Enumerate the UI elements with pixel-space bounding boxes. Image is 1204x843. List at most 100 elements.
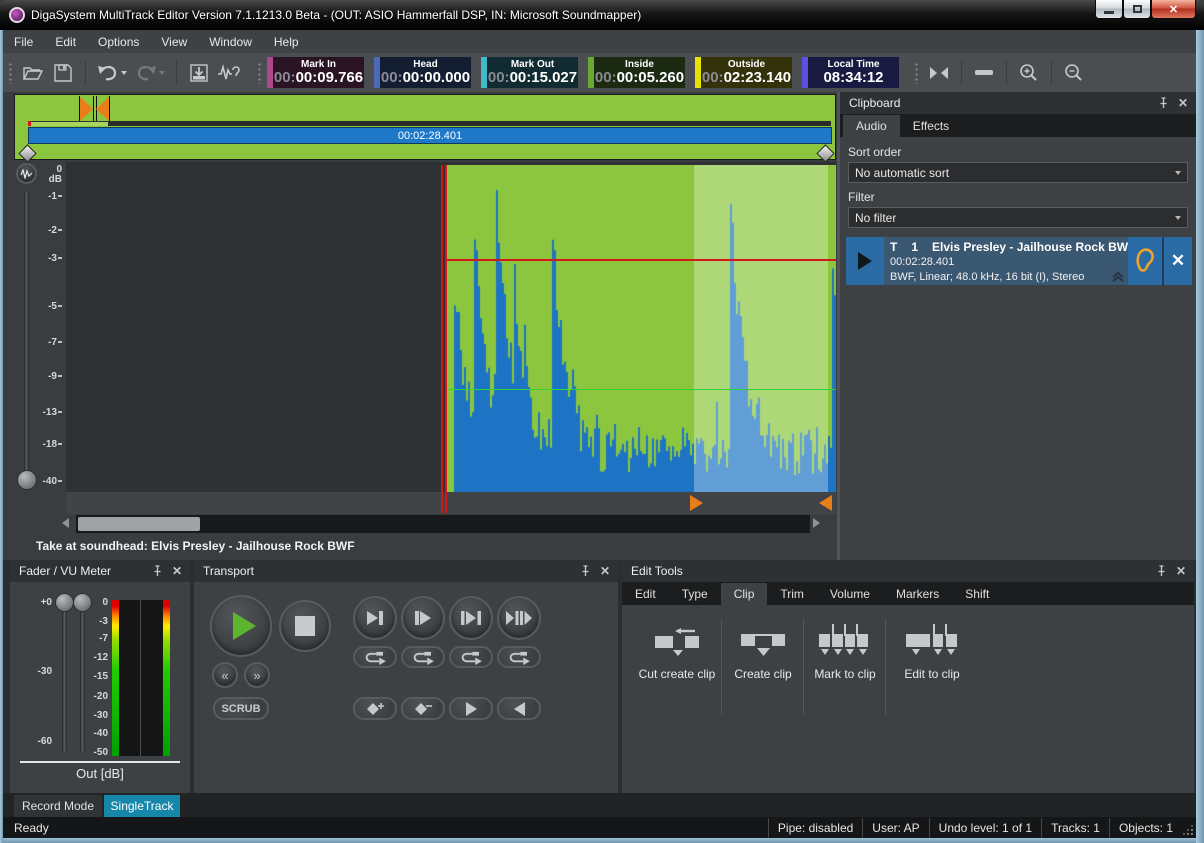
tab-type[interactable]: Type: [669, 583, 721, 605]
undo-dropdown-caret[interactable]: [121, 71, 127, 75]
fader-left-knob[interactable]: [55, 593, 74, 612]
titlebar[interactable]: DigaSystem MultiTrack Editor Version 7.1…: [0, 0, 1204, 30]
close-button[interactable]: ✕: [1151, 0, 1196, 19]
mark-in-triangle[interactable]: [690, 495, 703, 511]
scroll-right-arrow[interactable]: [813, 518, 820, 528]
zoom-fit-button[interactable]: [969, 59, 999, 87]
selection-highlight[interactable]: [694, 165, 828, 492]
tab-markers[interactable]: Markers: [883, 583, 952, 605]
create-clip-button[interactable]: Create clip: [723, 628, 803, 681]
menu-view[interactable]: View: [150, 31, 198, 53]
import-button[interactable]: [184, 59, 214, 87]
tab-record-mode[interactable]: Record Mode: [14, 795, 102, 817]
rewind-button[interactable]: «: [212, 662, 238, 688]
play-button[interactable]: [210, 595, 272, 657]
prev-marker-button[interactable]: [497, 697, 541, 720]
play-from-button[interactable]: [401, 596, 445, 640]
loop-selection-button[interactable]: [449, 646, 493, 668]
play-around-button[interactable]: [497, 596, 541, 640]
add-marker-button[interactable]: [353, 697, 397, 720]
tab-clip[interactable]: Clip: [721, 583, 768, 605]
mark-out-triangle[interactable]: [819, 495, 832, 511]
tab-effects[interactable]: Effects: [900, 115, 962, 137]
item-info[interactable]: T 1 Elvis Presley - Jailhouse Rock BWF 0…: [884, 237, 1128, 285]
panel-close-icon[interactable]: ✕: [172, 564, 182, 578]
item-remove-button[interactable]: ✕: [1164, 237, 1192, 285]
loop-all-button[interactable]: [497, 646, 541, 668]
edit-to-clip-button[interactable]: Edit to clip: [887, 624, 977, 681]
tab-edit[interactable]: Edit: [622, 583, 669, 605]
panel-close-icon[interactable]: ✕: [1178, 96, 1188, 110]
minimize-button[interactable]: [1095, 0, 1123, 19]
audio-settings-button[interactable]: [214, 59, 244, 87]
menu-options[interactable]: Options: [87, 31, 150, 53]
pin-icon[interactable]: [581, 565, 590, 577]
menu-window[interactable]: Window: [198, 31, 263, 53]
overview-progress-track[interactable]: [28, 121, 831, 126]
play-to-button[interactable]: [353, 596, 397, 640]
zoom-in-button[interactable]: [1014, 59, 1044, 87]
resize-grip[interactable]: [1182, 818, 1196, 838]
stop-button[interactable]: [279, 600, 331, 652]
marker-lane[interactable]: [66, 492, 836, 514]
undo-button[interactable]: [93, 59, 131, 87]
time-display-local-time[interactable]: Local Time 08:34:12: [802, 57, 899, 88]
pin-icon[interactable]: [153, 565, 162, 577]
waveform-region[interactable]: [446, 165, 836, 492]
item-play-button[interactable]: [846, 237, 884, 285]
scroll-left-arrow[interactable]: [62, 518, 69, 528]
scrub-button[interactable]: SCRUB: [213, 697, 269, 720]
save-button[interactable]: [48, 59, 78, 87]
cut-create-clip-button[interactable]: Cut create clip: [634, 628, 720, 681]
time-display-mark-in[interactable]: Mark In 00:00:09.766: [267, 57, 364, 88]
play-between-button[interactable]: [449, 596, 493, 640]
overview-mark-out-marker[interactable]: [96, 97, 109, 121]
toolbar-grip[interactable]: [258, 62, 261, 84]
overview-take-bar[interactable]: 00:02:28.401: [28, 127, 832, 144]
time-display-outside[interactable]: Outside 00:02:23.140: [695, 57, 792, 88]
item-prelisten-button[interactable]: [1128, 237, 1162, 285]
time-display-mark-out[interactable]: Mark Out 00:00:15.027: [481, 57, 578, 88]
tab-audio[interactable]: Audio: [843, 115, 900, 137]
tab-volume[interactable]: Volume: [817, 583, 883, 605]
edit-tools-header[interactable]: Edit Tools ✕: [622, 560, 1194, 582]
clipboard-item[interactable]: T 1 Elvis Presley - Jailhouse Rock BWF 0…: [846, 237, 1192, 285]
mark-to-clip-button[interactable]: Mark to clip: [805, 624, 885, 681]
tab-trim[interactable]: Trim: [767, 583, 817, 605]
tab-singletrack[interactable]: SingleTrack: [104, 795, 180, 817]
overview-mark-in-marker[interactable]: [80, 97, 93, 121]
menu-file[interactable]: File: [3, 31, 44, 53]
time-display-head[interactable]: Head 00:00:00.000: [374, 57, 471, 88]
toolbar-grip[interactable]: [9, 62, 12, 84]
loop-out-button[interactable]: [401, 646, 445, 668]
menu-edit[interactable]: Edit: [44, 31, 87, 53]
clipboard-header[interactable]: Clipboard ✕: [840, 92, 1196, 114]
panel-close-icon[interactable]: ✕: [1176, 564, 1186, 578]
scrollbar-thumb[interactable]: [78, 517, 200, 531]
toolbar-grip[interactable]: [915, 62, 918, 84]
zoom-db-slider-track[interactable]: [24, 192, 29, 480]
time-display-inside[interactable]: Inside 00:00:05.260: [588, 57, 685, 88]
fader-left-track[interactable]: [62, 602, 67, 752]
next-marker-button[interactable]: [449, 697, 493, 720]
collapse-chevrons-icon[interactable]: [1111, 271, 1125, 283]
zoom-to-selection-button[interactable]: [924, 59, 954, 87]
pin-icon[interactable]: [1157, 565, 1166, 577]
sort-order-select[interactable]: No automatic sort: [848, 162, 1188, 183]
fader-header[interactable]: Fader / VU Meter ✕: [10, 560, 190, 582]
zoom-out-button[interactable]: [1059, 59, 1089, 87]
loop-in-button[interactable]: [353, 646, 397, 668]
playhead[interactable]: [441, 165, 447, 513]
maximize-button[interactable]: [1123, 0, 1151, 19]
forward-button[interactable]: »: [244, 662, 270, 688]
filter-select[interactable]: No filter: [848, 207, 1188, 228]
transport-header[interactable]: Transport ✕: [194, 560, 618, 582]
tab-shift[interactable]: Shift: [952, 583, 1002, 605]
redo-dropdown-caret[interactable]: [159, 71, 165, 75]
open-button[interactable]: [18, 59, 48, 87]
pin-icon[interactable]: [1159, 97, 1168, 109]
delete-marker-button[interactable]: [401, 697, 445, 720]
menu-help[interactable]: Help: [263, 31, 310, 53]
monitor-button[interactable]: [16, 163, 37, 184]
panel-close-icon[interactable]: ✕: [600, 564, 610, 578]
